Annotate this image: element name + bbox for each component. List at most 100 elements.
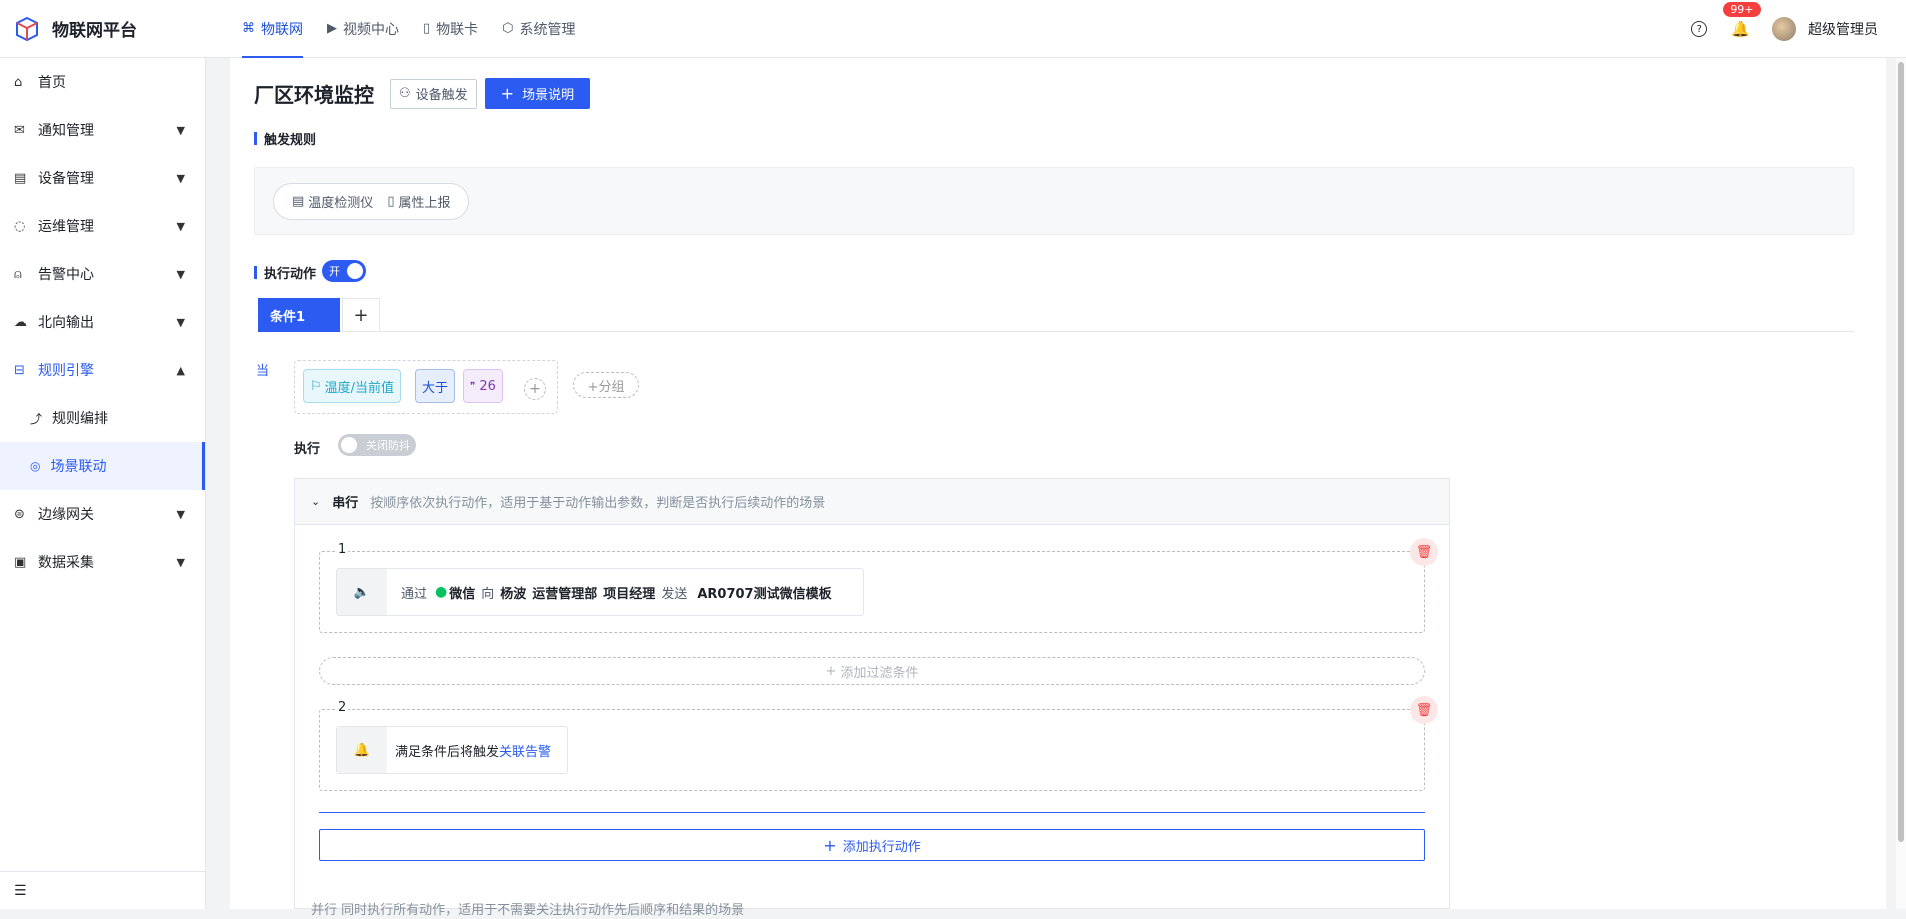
debounce-toggle[interactable]: 关闭防抖 [338, 434, 416, 456]
sidebar-item-edge-gateway[interactable]: ⊜ 边缘网关 ▼ [0, 490, 205, 538]
username[interactable]: 超级管理员 [1808, 19, 1878, 39]
chevron-down-icon: ▼ [176, 171, 185, 185]
device-trigger-button[interactable]: ⚇ 设备触发 [390, 78, 477, 109]
topnav-iot[interactable]: ⌘ 物联网 [230, 0, 315, 58]
header-actions: ? 🔔 99+ 超级管理员 [1691, 0, 1878, 58]
condition-field[interactable]: ⚐ 温度/当前值 [303, 369, 402, 403]
speaker-icon: 🔈 [337, 569, 387, 615]
chevron-down-icon: ▼ [176, 219, 185, 233]
section-title: 执行动作 [264, 267, 317, 282]
sidebar-item-label: 运维管理 [38, 219, 94, 235]
linkage-icon: ◎ [30, 459, 41, 473]
scene-description-button[interactable]: + 场景说明 [484, 78, 591, 109]
chevron-down-icon: ▼ [176, 267, 185, 281]
sidebar-item-notify[interactable]: ✉ 通知管理 ▼ [0, 106, 205, 154]
page-header: 厂区环境监控 ⚇ 设备触发 + 场景说明 [254, 78, 591, 109]
sidebar-item-label: 告警中心 [38, 267, 94, 283]
action-content[interactable]: 🔔 满足条件后将触发 关联告警 [336, 726, 568, 774]
add-filter-button[interactable]: + 添加过滤条件 [319, 657, 1425, 685]
topnav-label: 物联卡 [436, 21, 479, 38]
sidebar-item-label: 北向输出 [38, 315, 94, 331]
sidebar-item-device[interactable]: ▤ 设备管理 ▼ [0, 154, 205, 202]
action-text: 发送 [661, 586, 688, 602]
action-toggle[interactable]: 开 [322, 260, 366, 282]
page-title: 厂区环境监控 [254, 83, 374, 107]
add-execution-action-button[interactable]: + 添加执行动作 [319, 829, 1425, 861]
sidebar-sub-rule-orchestration[interactable]: ⤴ 规则编排 [0, 394, 205, 442]
chevron-down-icon: ▼ [176, 555, 185, 569]
top-bar: 物联网平台 ⌘ 物联网 ▶ 视频中心 ▯ 物联卡 ⬡ 系统管理 ? 🔔 99+ 超级管理员 [0, 0, 1906, 58]
gateway-icon: ⊜ [14, 506, 25, 522]
condition-operator[interactable]: 大于 [415, 369, 456, 403]
flow-icon: ⤴ [30, 411, 43, 426]
trigger-device: 温度检测仪 [308, 196, 374, 211]
file-icon: ▯ [387, 194, 395, 209]
sidebar-sub-scene-linkage[interactable]: ◎ 场景联动 [0, 442, 205, 490]
add-group-button[interactable]: +分组 [573, 372, 639, 398]
sidebar-item-home[interactable]: ⌂ 首页 [0, 58, 205, 106]
plus-icon: + [823, 835, 837, 855]
help-icon[interactable]: ? [1691, 21, 1708, 37]
button-label: 添加执行动作 [842, 839, 921, 855]
topnav-sim[interactable]: ▯ 物联卡 [411, 0, 490, 58]
chevron-up-icon: ▲ [176, 363, 185, 377]
cloud-icon: ☁ [14, 314, 27, 330]
system-icon: ⬡ [502, 21, 514, 36]
topnav-label: 视频中心 [343, 21, 399, 38]
trigger-type: 属性上报 [398, 196, 451, 211]
sidebar-item-rule-engine[interactable]: ⊟ 规则引擎 ▲ [0, 346, 205, 394]
data-icon: ▣ [14, 554, 27, 570]
action-label: 执行动作 [254, 263, 316, 282]
add-tab-button[interactable]: + [342, 298, 380, 332]
add-condition-button[interactable]: + [524, 378, 546, 400]
device-icon: ▤ [14, 170, 27, 186]
scrollbar-thumb[interactable] [1898, 62, 1904, 842]
home-icon: ⌂ [14, 74, 23, 90]
serial-title: 串行 [332, 496, 359, 511]
delete-action-button[interactable]: 🗑 [1410, 696, 1438, 724]
avatar[interactable] [1772, 17, 1796, 41]
top-nav: ⌘ 物联网 ▶ 视频中心 ▯ 物联卡 ⬡ 系统管理 [230, 0, 588, 58]
video-icon: ▶ [327, 21, 337, 36]
topnav-label: 物联网 [261, 21, 303, 38]
parallel-panel-header[interactable]: 并行 同时执行所有动作，适用于不需要关注执行动作先后顺序和结果的场景 [311, 899, 744, 919]
topnav-video[interactable]: ▶ 视频中心 [315, 0, 411, 58]
sidebar-item-northbound[interactable]: ☁ 北向输出 ▼ [0, 298, 205, 346]
serial-description: 按顺序依次执行动作，适用于基于动作输出参数，判断是否执行后续动作的场景 [370, 496, 826, 511]
trash-icon: 🗑 [1415, 544, 1433, 560]
bell-icon: 🔔 [1731, 20, 1750, 38]
trigger-rule-box: ▤ 温度检测仪 ▯ 属性上报 [254, 167, 1854, 235]
sidebar-item-ops[interactable]: ◌ 运维管理 ▼ [0, 202, 205, 250]
alarm-icon: ⍝ [14, 266, 22, 282]
message-icon: ✉ [14, 122, 25, 138]
when-label: 当 [256, 364, 270, 379]
delete-action-button[interactable]: 🗑 [1410, 538, 1438, 566]
logo[interactable]: 物联网平台 [0, 16, 230, 42]
tab-condition-1[interactable]: 条件1 [258, 298, 340, 332]
topnav-system[interactable]: ⬡ 系统管理 [490, 0, 587, 58]
sidebar-item-data-collect[interactable]: ▣ 数据采集 ▼ [0, 538, 205, 586]
action-content[interactable]: 🔈 通过 ● 微信 向 杨波 运营管理部 项目经理 发送 AR0707测试微信模… [336, 568, 864, 616]
action-text: 向 [481, 586, 495, 602]
plus-icon: + [529, 381, 541, 397]
trigger-pill[interactable]: ▤ 温度检测仪 ▯ 属性上报 [273, 183, 470, 220]
sidebar-item-label: 首页 [38, 75, 66, 91]
button-label: 场景说明 [522, 88, 575, 103]
plus-icon: + [500, 84, 515, 103]
notification-badge: 99+ [1723, 2, 1761, 17]
related-alarm-link[interactable]: 关联告警 [499, 741, 551, 760]
serial-header[interactable]: ⌄ 串行 按顺序依次执行动作，适用于基于动作输出参数，判断是否执行后续动作的场景 [295, 479, 1449, 525]
toggle-label: 开 [329, 265, 340, 278]
sidebar-item-alarm[interactable]: ⍝ 告警中心 ▼ [0, 250, 205, 298]
collapse-menu-button[interactable]: ☰ [0, 871, 205, 909]
sidebar: ⌂ 首页 ✉ 通知管理 ▼ ▤ 设备管理 ▼ ◌ 运维管理 ▼ ⍝ 告警中心 ▼ ☁ 北向输出 ▼ ⊟… [0, 58, 206, 909]
condition-value[interactable]: ❞ 26 [463, 369, 503, 403]
notification-bell[interactable]: 🔔 99+ [1723, 2, 1761, 38]
sidebar-item-label: 设备管理 [38, 171, 94, 187]
action-channel: 微信 [449, 586, 476, 602]
scrollbar[interactable] [1896, 58, 1906, 909]
chip-label: 大于 [422, 380, 449, 396]
chip-label: 温度/当前值 [324, 380, 395, 396]
network-icon: ⌘ [242, 21, 255, 36]
action-text: 满足条件后将触发 [395, 744, 500, 760]
